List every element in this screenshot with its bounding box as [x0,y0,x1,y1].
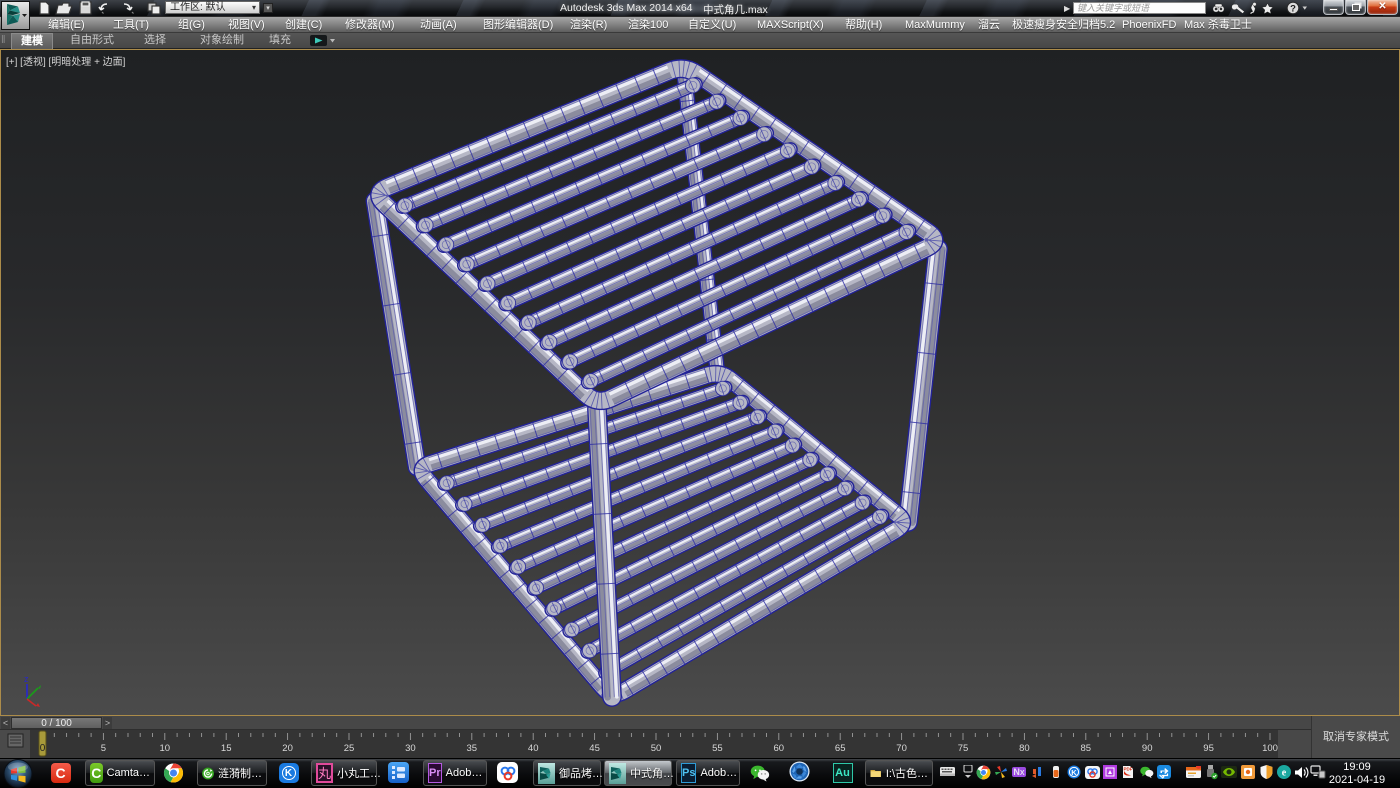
svg-text:z: z [24,674,29,684]
svg-text:30: 30 [405,743,416,754]
svg-text:55: 55 [712,743,723,754]
svg-text:100: 100 [1262,743,1278,754]
svg-text:15: 15 [221,743,232,754]
svg-text:e: e [1282,767,1287,778]
svg-text:20: 20 [282,743,293,754]
svg-text:80: 80 [1019,743,1030,754]
svg-text:PDF: PDF [1124,767,1133,772]
svg-text:5: 5 [101,743,106,754]
svg-text:25: 25 [344,743,355,754]
svg-text:35: 35 [467,743,478,754]
svg-text:?: ? [1290,4,1296,15]
svg-text:95: 95 [1203,743,1214,754]
svg-text:40: 40 [528,743,539,754]
svg-text:65: 65 [835,743,846,754]
svg-text:K: K [1071,768,1077,777]
svg-text:85: 85 [1081,743,1092,754]
svg-text:70: 70 [896,743,907,754]
svg-text:50: 50 [651,743,662,754]
svg-text:75: 75 [958,743,969,754]
svg-text:10: 10 [160,743,171,754]
svg-text:45: 45 [589,743,600,754]
svg-text:60: 60 [774,743,785,754]
svg-text:90: 90 [1142,743,1153,754]
svg-text:0: 0 [40,743,46,754]
